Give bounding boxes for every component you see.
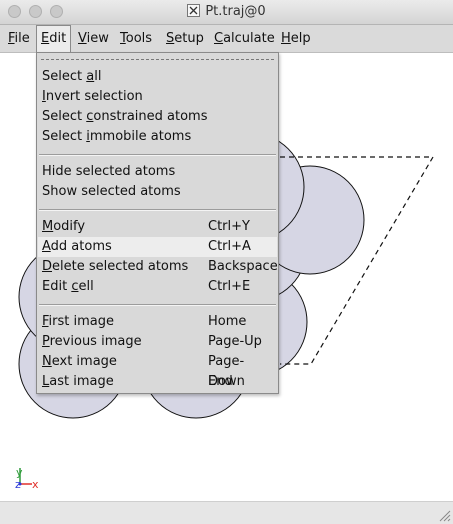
status-bar (0, 501, 453, 524)
menu-item-show-selected[interactable]: Show selected atoms (38, 182, 277, 202)
menu-view[interactable]: View (74, 25, 113, 52)
window-title: Pt.traj@0 (205, 4, 266, 19)
menu-separator (39, 304, 276, 306)
menu-item-edit-cell[interactable]: Edit cell Ctrl+E (38, 277, 277, 297)
menu-setup[interactable]: Setup (162, 25, 208, 52)
menu-bar: File Edit View Tools Setup Calculate Hel… (0, 25, 453, 53)
axes-indicator: y z x (15, 466, 39, 491)
menu-item-previous-image[interactable]: Previous image Page-Up (38, 332, 277, 352)
menu-item-select-all[interactable]: Select all (38, 67, 277, 87)
menu-item-invert-selection[interactable]: Invert selection (38, 87, 277, 107)
menu-item-select-constrained[interactable]: Select constrained atoms (38, 107, 277, 127)
menu-item-next-image[interactable]: Next image Page-Down (38, 352, 277, 389)
menu-item-hide-selected[interactable]: Hide selected atoms (38, 162, 277, 182)
menu-item-last-image[interactable]: Last image End (38, 372, 277, 392)
menu-calculate[interactable]: Calculate (210, 25, 279, 52)
title-bar: Pt.traj@0 (0, 0, 453, 25)
menu-item-add-atoms[interactable]: Add atoms Ctrl+A (38, 237, 277, 257)
x-axis-label: x (32, 478, 39, 491)
menu-tools[interactable]: Tools (116, 25, 156, 52)
menu-item-select-immobile[interactable]: Select immobile atoms (38, 127, 277, 147)
menu-file[interactable]: File (4, 25, 34, 52)
menu-item-first-image[interactable]: First image Home (38, 312, 277, 332)
menu-item-modify[interactable]: Modify Ctrl+Y (38, 217, 277, 237)
menu-item-delete-selected[interactable]: Delete selected atoms Backspace (38, 257, 278, 277)
menu-separator (39, 209, 276, 211)
menu-help[interactable]: Help (277, 25, 315, 52)
edit-menu-dropdown: Select all Invert selection Select const… (36, 52, 279, 394)
x11-app-icon (187, 4, 201, 17)
menu-separator (39, 154, 276, 156)
z-axis-label: z (15, 478, 21, 491)
resize-grip-icon[interactable] (437, 508, 451, 522)
menu-edit[interactable]: Edit (36, 25, 72, 52)
menu-tearoff-line[interactable] (41, 59, 274, 60)
